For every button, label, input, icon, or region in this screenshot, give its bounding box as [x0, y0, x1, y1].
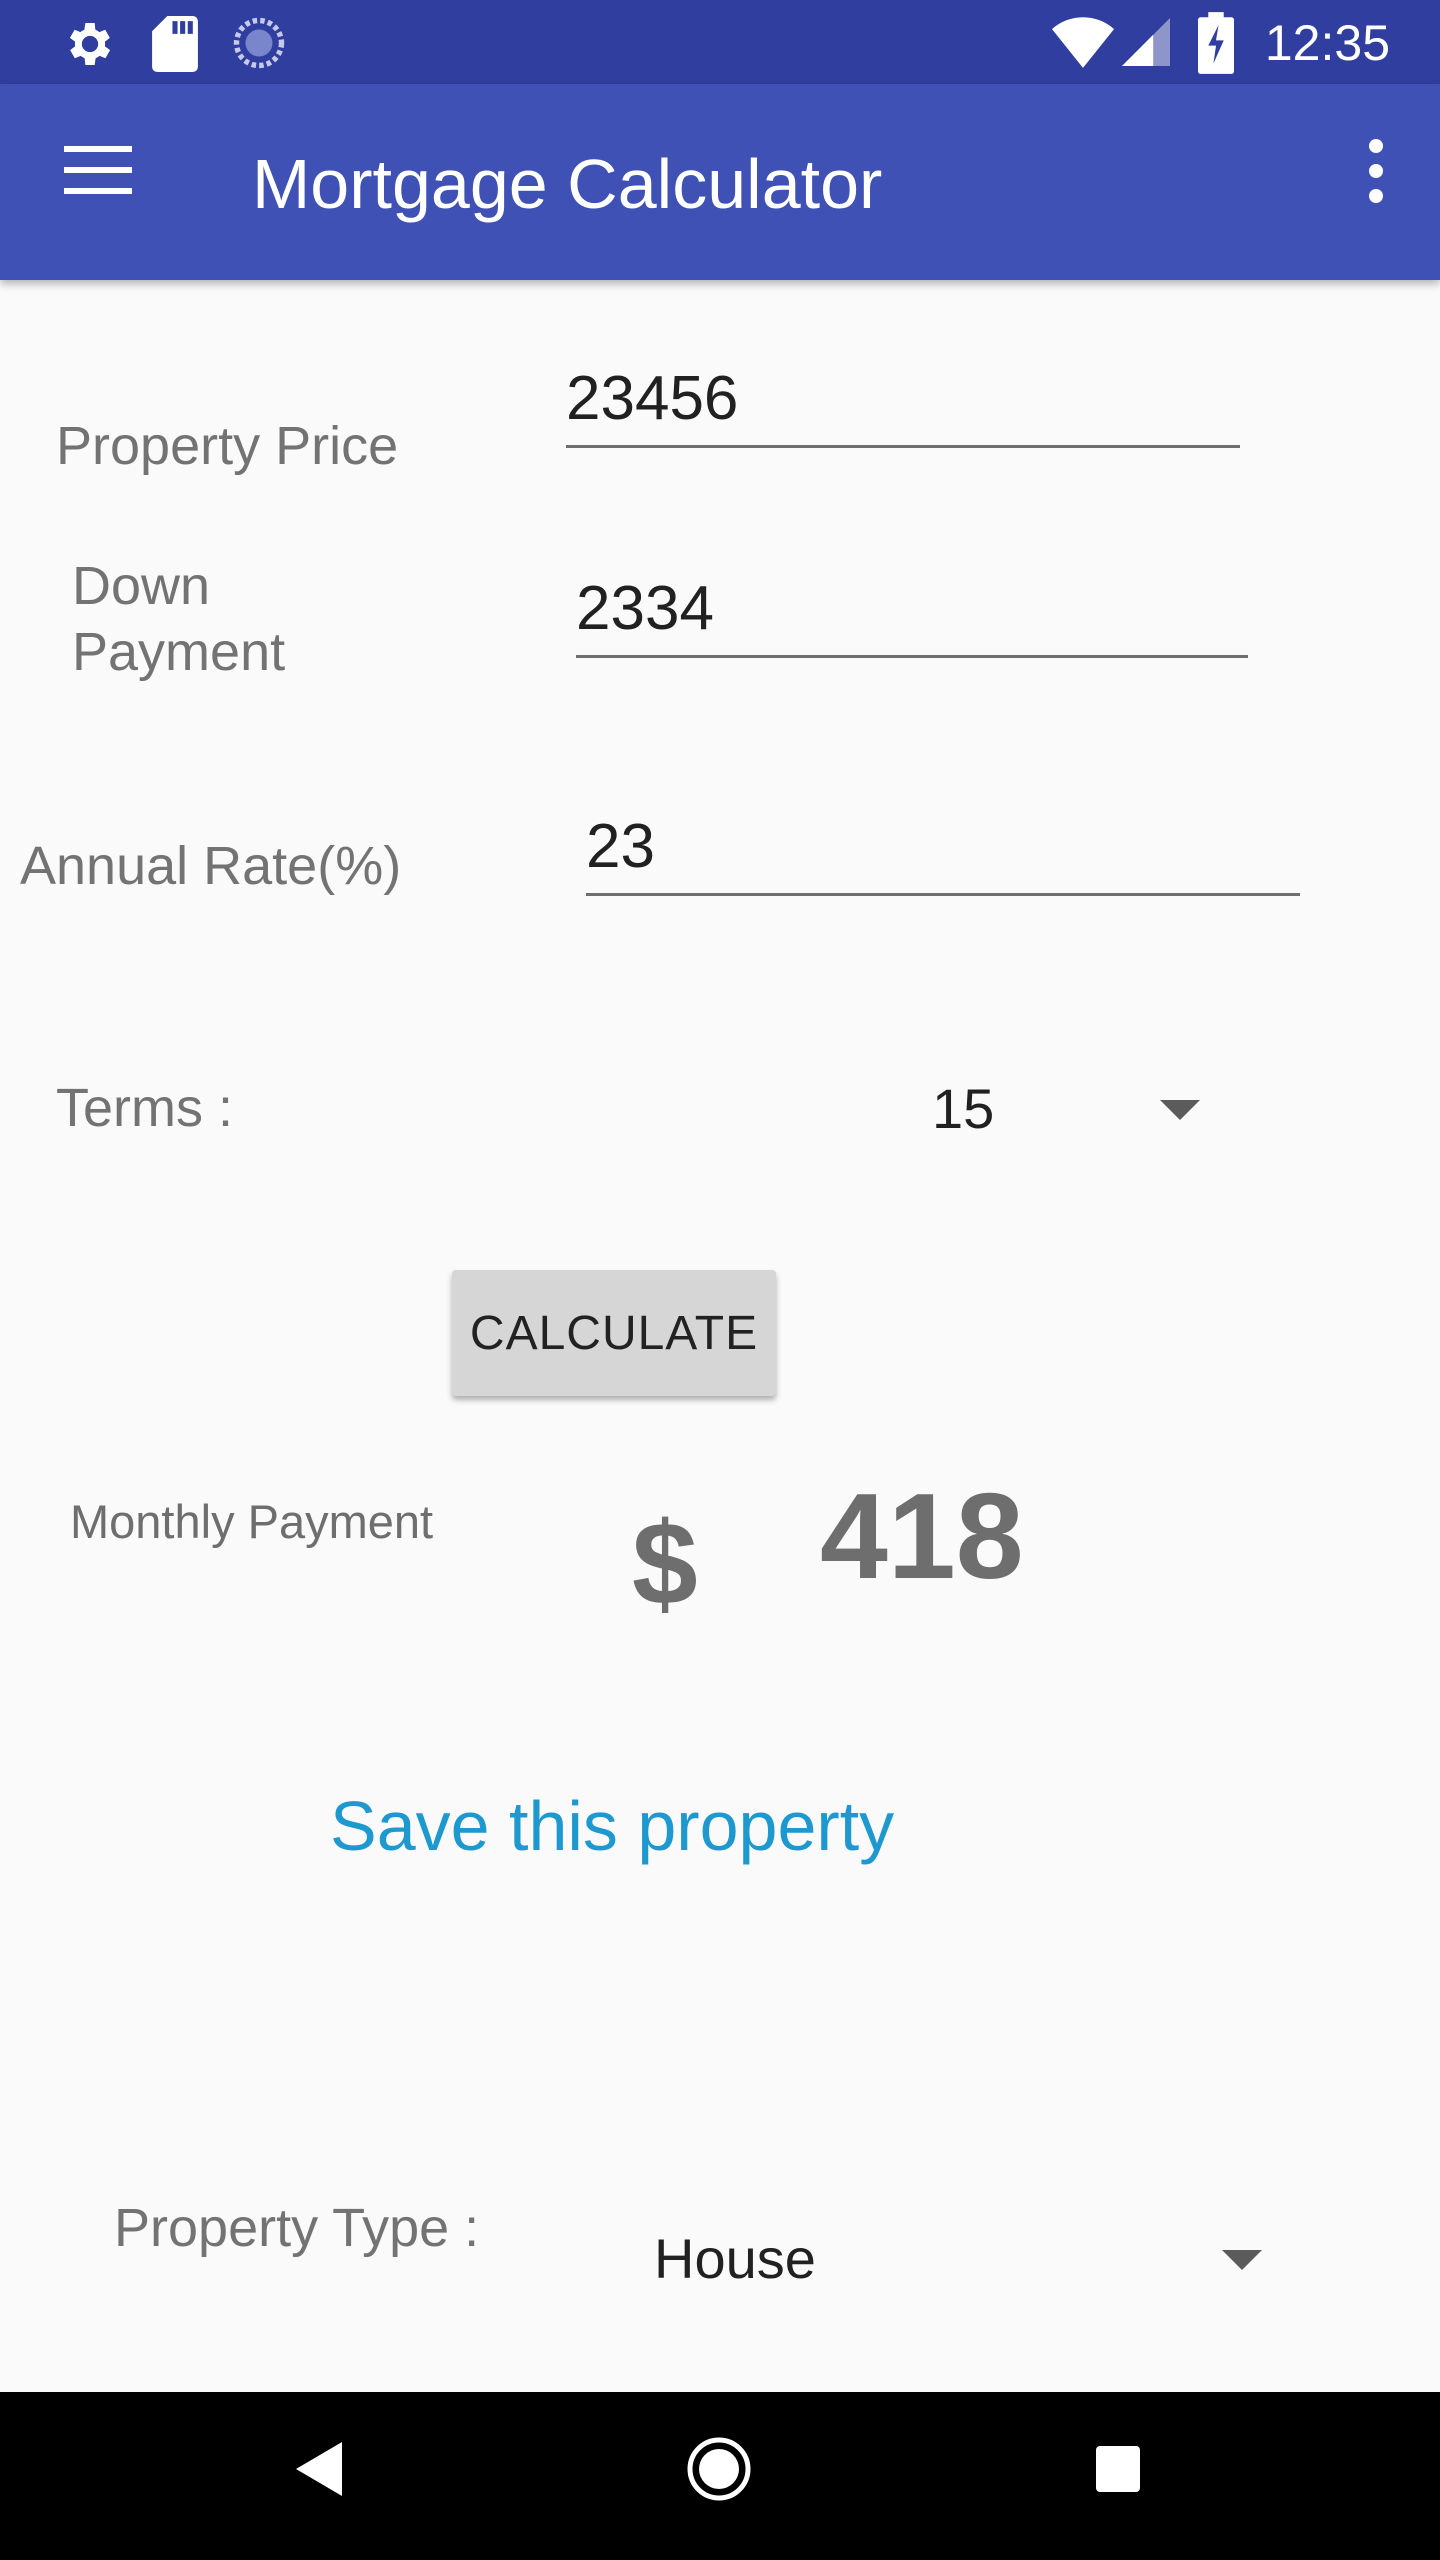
back-icon[interactable] — [296, 2442, 342, 2496]
recents-icon[interactable] — [1096, 2446, 1140, 2492]
app-title: Mortgage Calculator — [252, 145, 883, 223]
clock: 12:35 — [1264, 15, 1390, 71]
signal-icon — [1122, 18, 1170, 66]
down-payment-label-line2: Payment — [72, 622, 286, 682]
save-property-link[interactable]: Save this property — [330, 1786, 894, 1866]
terms-spinner[interactable]: 15 — [920, 1064, 1220, 1154]
settings-icon — [69, 23, 111, 65]
property-price-label: Property Price — [56, 416, 399, 476]
down-payment-label-line1: Down — [72, 556, 211, 616]
wifi-icon — [1052, 17, 1114, 68]
down-payment-field[interactable] — [576, 562, 1248, 658]
app-bar: Mortgage Calculator — [0, 84, 1440, 280]
more-vert-icon[interactable] — [1356, 136, 1396, 206]
battery-charging-icon — [1198, 12, 1234, 74]
calculate-button[interactable]: CALCULATE — [452, 1270, 776, 1396]
property-price-field[interactable] — [566, 352, 1240, 448]
currency-symbol: $ — [632, 1498, 698, 1630]
status-bar: 12:35 — [0, 0, 1440, 84]
terms-label: Terms : — [56, 1078, 234, 1138]
property-type-spinner[interactable]: House — [640, 2214, 1280, 2304]
home-icon[interactable] — [686, 2436, 752, 2502]
monthly-payment-value: 418 — [820, 1468, 1024, 1604]
annual-rate-label: Annual Rate(%) — [20, 836, 402, 896]
sd-card-icon — [152, 16, 198, 72]
navigation-bar — [0, 2392, 1440, 2560]
chevron-down-icon — [1160, 1100, 1200, 1120]
property-type-label: Property Type : — [114, 2198, 480, 2258]
sync-icon — [233, 17, 285, 69]
chevron-down-icon — [1222, 2250, 1262, 2270]
property-type-spinner-value: House — [654, 2227, 816, 2290]
menu-icon[interactable] — [64, 146, 132, 194]
annual-rate-field[interactable] — [586, 800, 1300, 896]
terms-spinner-value: 15 — [932, 1077, 995, 1140]
monthly-payment-label: Monthly Payment — [70, 1495, 434, 1548]
